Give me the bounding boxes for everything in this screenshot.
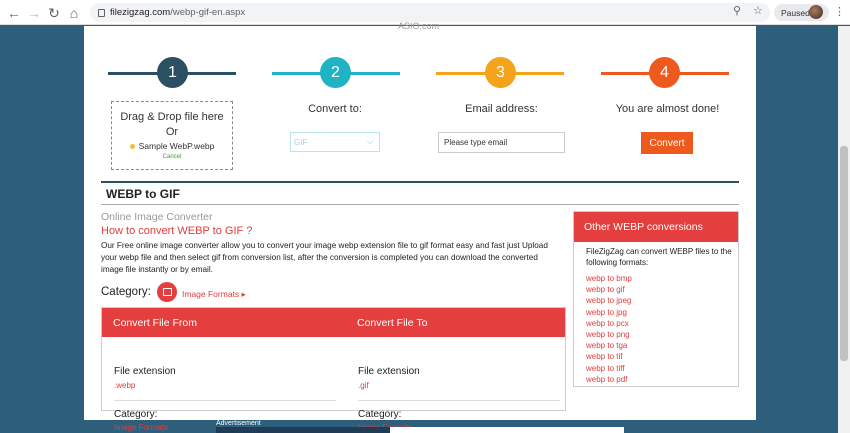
from-ext-label: File extension bbox=[114, 366, 176, 377]
back-arrow-icon[interactable]: ← bbox=[4, 3, 24, 23]
email-label: Email address: bbox=[465, 103, 538, 115]
bookmark-star-icon[interactable]: ☆ bbox=[753, 4, 763, 17]
other-conversions-intro: FileZigZag can convert WEBP files to the… bbox=[586, 247, 732, 267]
image-icon bbox=[157, 282, 177, 302]
category-link-text: Image Formats bbox=[182, 289, 240, 299]
format-select[interactable]: GIF ⌵ bbox=[290, 132, 380, 152]
from-category-label: Category: bbox=[114, 409, 158, 420]
caret-right-icon: ▸ bbox=[241, 289, 246, 299]
zoom-icon[interactable]: ⚲ bbox=[733, 4, 741, 17]
selected-file: Sample WebP.webp bbox=[112, 141, 232, 151]
step-2-circle: 2 bbox=[320, 57, 351, 88]
conversion-link[interactable]: webp to bmp bbox=[586, 273, 632, 284]
conversion-link[interactable]: webp to gif bbox=[586, 284, 632, 295]
from-ext-value: .webp bbox=[114, 381, 136, 390]
section-divider bbox=[101, 181, 739, 183]
lock-icon bbox=[98, 8, 105, 17]
category-label: Category: bbox=[101, 286, 151, 298]
from-header: Convert File From bbox=[113, 317, 198, 329]
row-divider bbox=[114, 400, 336, 401]
dropzone-title: Drag & Drop file here bbox=[120, 111, 224, 123]
to-ext-value: .gif bbox=[358, 381, 369, 390]
conversion-link[interactable]: webp to pcx bbox=[586, 318, 632, 329]
advertisement-label: Advertisement bbox=[216, 420, 261, 427]
address-bar[interactable]: filezigzag.com/webp-gif-en.aspx bbox=[90, 3, 770, 22]
cancel-link[interactable]: Cancel bbox=[112, 154, 232, 160]
conversion-link[interactable]: webp to jpeg bbox=[586, 295, 632, 306]
section-title: WEBP to GIF bbox=[106, 187, 180, 201]
table-header: Convert File From Convert File To bbox=[102, 308, 565, 337]
step-3-circle: 3 bbox=[485, 57, 516, 88]
conversion-link[interactable]: webp to png bbox=[586, 329, 632, 340]
dropzone-or: Or bbox=[165, 126, 179, 138]
section-divider-thin bbox=[101, 204, 739, 205]
email-input[interactable]: Please type email bbox=[438, 132, 565, 153]
convert-button[interactable]: Convert bbox=[641, 132, 693, 154]
to-header: Convert File To bbox=[357, 317, 428, 329]
other-conversions-title: Other WEBP conversions bbox=[574, 212, 738, 242]
conversion-link[interactable]: webp to pdf bbox=[586, 374, 632, 385]
conversion-link[interactable]: webp to tif bbox=[586, 351, 632, 362]
conversion-link[interactable]: webp to jpg bbox=[586, 307, 632, 318]
page-content: ASIO.com 1 2 3 4 Drag & Drop file here O… bbox=[84, 21, 756, 432]
from-category-link[interactable]: Image Formats bbox=[114, 423, 168, 432]
other-conversions-panel: Other WEBP conversions FileZigZag can co… bbox=[573, 211, 739, 387]
conversion-link[interactable]: webp to tiff bbox=[586, 363, 632, 374]
row-divider bbox=[358, 400, 560, 401]
paused-label: Paused bbox=[781, 7, 810, 18]
format-select-value: GIF bbox=[294, 137, 308, 147]
page-scrollbar[interactable] bbox=[838, 26, 850, 433]
conversion-links: webp to bmp webp to gif webp to jpeg web… bbox=[586, 273, 632, 385]
email-input-text: Please type email bbox=[444, 138, 508, 147]
section-description: Our Free online image converter allow yo… bbox=[101, 241, 548, 274]
category-link[interactable]: Image Formats ▸ bbox=[182, 289, 246, 300]
convert-to-label: Convert to: bbox=[308, 103, 362, 115]
section-heading: How to convert WEBP to GIF ? bbox=[101, 225, 253, 237]
scrollbar-thumb[interactable] bbox=[840, 146, 848, 361]
site-top-text: ASIO.com bbox=[398, 21, 440, 31]
conversion-link[interactable]: webp to tga bbox=[586, 340, 632, 351]
url-path: /webp-gif-en.aspx bbox=[170, 7, 246, 18]
advertisement-banner-right[interactable] bbox=[390, 427, 624, 433]
menu-dots-icon[interactable]: ⋮ bbox=[834, 5, 845, 18]
file-status-dot-icon bbox=[129, 143, 135, 149]
section-subtitle: Online Image Converter bbox=[101, 211, 213, 223]
to-category-label: Category: bbox=[358, 409, 402, 420]
avatar[interactable] bbox=[809, 5, 823, 19]
to-ext-label: File extension bbox=[358, 366, 420, 377]
forward-arrow-icon[interactable]: → bbox=[24, 3, 44, 23]
url-domain: filezigzag.com bbox=[110, 7, 171, 18]
file-name: Sample WebP.webp bbox=[138, 141, 215, 151]
reload-icon[interactable]: ↻ bbox=[44, 3, 64, 23]
finish-label: You are almost done! bbox=[615, 103, 720, 115]
step-4-circle: 4 bbox=[649, 57, 680, 88]
file-dropzone[interactable]: Drag & Drop file here Or Sample WebP.web… bbox=[111, 101, 233, 170]
step-1-circle: 1 bbox=[157, 57, 188, 88]
conversion-table: Convert File From Convert File To File e… bbox=[101, 307, 566, 432]
advertisement-banner[interactable] bbox=[216, 427, 390, 433]
chevron-down-icon: ⌵ bbox=[366, 137, 373, 146]
home-icon[interactable]: ⌂ bbox=[64, 3, 84, 23]
